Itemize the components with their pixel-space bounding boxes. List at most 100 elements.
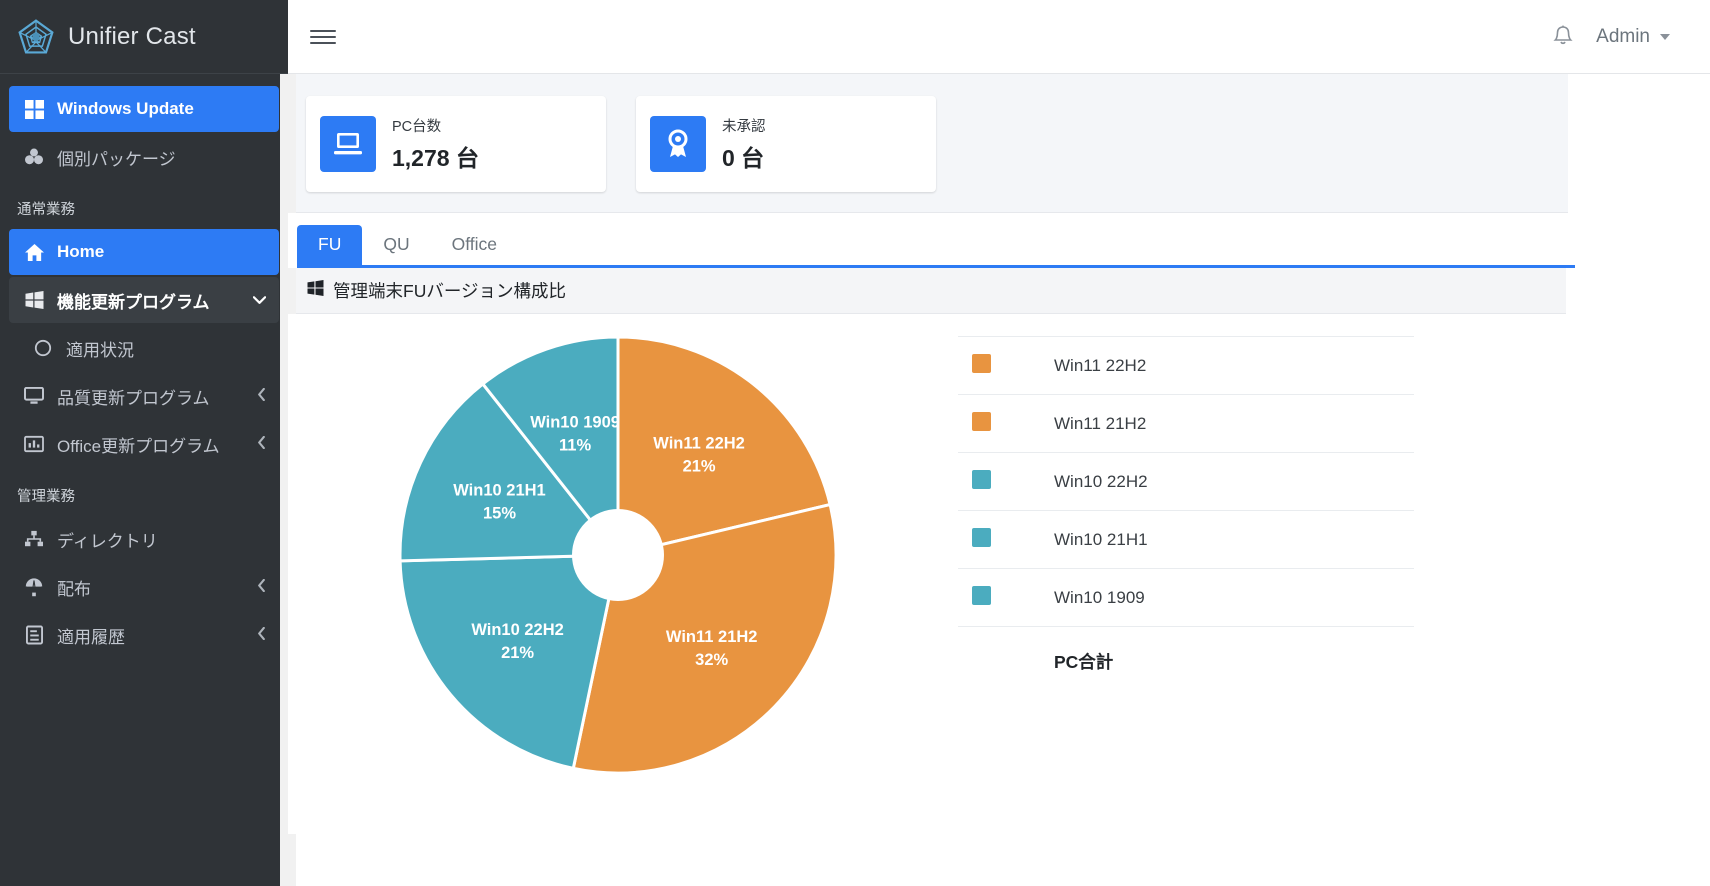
sidebar-item-label: 適用履歴 xyxy=(57,623,246,648)
legend-series-name: Win10 21H1 xyxy=(1038,511,1366,569)
home-icon xyxy=(22,243,46,262)
stat-card-unapproved[interactable]: 未承認 0 台 xyxy=(636,96,936,192)
user-menu[interactable]: Admin xyxy=(1596,26,1670,48)
pie-slice-label-percent: 21% xyxy=(683,457,716,475)
panel-header: 管理端末FUバージョン構成比 xyxy=(288,268,1566,314)
panel-body: Win11 22H2 21% Win11 21H2 32% Win10 22H2 21% W… xyxy=(288,314,1566,834)
sidebar-section-heading-1: 通常業務 xyxy=(0,182,288,227)
sidebar-item-label: 個別パッケージ xyxy=(57,145,266,170)
sidebar-item-history[interactable]: 適用履歴 xyxy=(9,612,279,658)
stat-cards-strip: PC台数 1,278 台 未承認 0 台 xyxy=(288,74,1568,213)
chevron-left-icon xyxy=(257,627,266,643)
sidebar-item-label: 機能更新プログラム xyxy=(57,288,242,313)
sidebar-item-distribution[interactable]: 配布 xyxy=(9,564,279,610)
stat-card-label: PC台数 xyxy=(392,115,479,136)
pie-slice-label-name: Win11 21H2 xyxy=(666,628,758,646)
pie-slice-label-name: Win10 1909 xyxy=(530,413,620,431)
stat-card-texts: PC台数 1,278 台 xyxy=(392,115,479,173)
chevron-down-icon xyxy=(1660,34,1670,40)
stat-card-label: 未承認 xyxy=(722,115,766,136)
app-root: Unifier Cast Windows Update 個別パッケージ 通常業務 xyxy=(0,0,1710,886)
user-menu-label: Admin xyxy=(1596,26,1650,48)
stat-card-texts: 未承認 0 台 xyxy=(722,115,766,173)
content-region: PC台数 1,278 台 未承認 0 台 FU xyxy=(288,74,1710,886)
bell-icon[interactable] xyxy=(1552,25,1574,49)
sidebar-item-label: 品質更新プログラム xyxy=(57,384,246,409)
award-badge-icon xyxy=(650,116,706,172)
donut-hole xyxy=(572,509,664,601)
legend-color-swatch xyxy=(972,412,991,431)
pie-slice-label-name: Win10 22H2 xyxy=(471,621,563,639)
stat-card-value: 1,278 台 xyxy=(392,139,479,173)
sidebar-item-packages[interactable]: 個別パッケージ xyxy=(9,134,279,180)
sidebar-section-heading-2: 管理業務 xyxy=(0,469,288,514)
legend-total-label: PC合計 xyxy=(1038,627,1366,691)
tab-qu[interactable]: QU xyxy=(362,225,430,265)
legend-swatch-cell xyxy=(958,337,1038,395)
pie-slice-label-percent: 11% xyxy=(559,436,591,454)
stat-card-pc-count[interactable]: PC台数 1,278 台 xyxy=(306,96,606,192)
topbar-right: Admin xyxy=(1552,25,1682,49)
legend-swatch-cell xyxy=(958,453,1038,511)
brand-title: Unifier Cast xyxy=(68,23,196,51)
hamburger-menu-icon[interactable] xyxy=(306,20,340,54)
legend-series-name: Win11 21H2 xyxy=(1038,395,1366,453)
monitor-icon xyxy=(22,387,46,405)
tabs-wrap: FU QU Office xyxy=(288,213,1710,268)
legend-series-name: Win10 22H2 xyxy=(1038,453,1366,511)
tab-bar: FU QU Office xyxy=(297,225,1710,265)
sidebar-item-windows-update[interactable]: Windows Update xyxy=(9,86,279,132)
windows-icon xyxy=(307,280,324,301)
legend-color-swatch xyxy=(972,528,991,547)
windows-icon xyxy=(22,100,46,119)
pie-slice-label-percent: 32% xyxy=(695,651,728,669)
sidebar-nav: Windows Update 個別パッケージ 通常業務 Home 機能更新 xyxy=(0,74,288,658)
legend-series-name: Win10 1909 xyxy=(1038,569,1366,627)
sidebar-item-office-update[interactable]: Office更新プログラム xyxy=(9,421,279,467)
chevron-down-icon xyxy=(253,293,266,308)
panel-title: 管理端末FUバージョン構成比 xyxy=(333,278,566,303)
parachute-icon xyxy=(22,578,46,597)
panel-right-gutter xyxy=(1414,314,1566,834)
sidebar-item-label: Windows Update xyxy=(57,99,266,119)
topbar: Admin xyxy=(288,0,1710,74)
tab-office[interactable]: Office xyxy=(431,225,518,265)
legend-series-name: Win11 22H2 xyxy=(1038,337,1366,395)
circle-icon xyxy=(31,339,55,357)
packages-icon xyxy=(22,148,46,166)
tab-fu[interactable]: FU xyxy=(297,225,362,265)
sidebar-item-label: 配布 xyxy=(57,575,246,600)
sidebar-item-directory[interactable]: ディレクトリ xyxy=(9,516,279,562)
chevron-left-icon xyxy=(257,579,266,595)
pie-slice-label-percent: 15% xyxy=(483,505,516,523)
legend-swatch-cell xyxy=(958,511,1038,569)
chart-bar-icon xyxy=(22,435,46,453)
brand[interactable]: Unifier Cast xyxy=(0,0,288,74)
stat-card-value: 0 台 xyxy=(722,139,766,173)
spider-web-logo-icon xyxy=(16,17,56,57)
sidebar-item-feature-update[interactable]: 機能更新プログラム xyxy=(9,277,279,323)
legend-swatch-cell xyxy=(958,395,1038,453)
windows-icon xyxy=(22,291,46,309)
desktop-monitor-icon xyxy=(320,116,376,172)
chevron-left-icon xyxy=(257,436,266,452)
sidebar-item-quality-update[interactable]: 品質更新プログラム xyxy=(9,373,279,419)
sidebar-item-application-status[interactable]: 適用状況 xyxy=(9,325,279,371)
pie-slice-label-name: Win10 21H1 xyxy=(453,482,545,500)
sidebar-item-label: ディレクトリ xyxy=(57,527,266,552)
pie-chart-svg[interactable]: Win11 22H221%Win11 21H232%Win10 22H221%W… xyxy=(388,320,848,790)
chevron-left-icon xyxy=(257,388,266,404)
tab-underline xyxy=(297,265,1575,268)
sidebar: Unifier Cast Windows Update 個別パッケージ 通常業務 xyxy=(0,0,288,886)
document-icon xyxy=(22,625,46,645)
legend-total-spacer xyxy=(958,627,1038,691)
pie-chart: Win11 22H221%Win11 21H232%Win10 22H221%W… xyxy=(288,314,948,834)
main-region: Admin PC台数 1,278 台 xyxy=(288,0,1710,886)
legend-swatch-cell xyxy=(958,569,1038,627)
legend-color-swatch xyxy=(972,586,991,605)
sidebar-item-home[interactable]: Home xyxy=(9,229,279,275)
sidebar-scrollbar[interactable] xyxy=(280,74,288,886)
sitemap-icon xyxy=(22,530,46,548)
pie-slice-label-percent: 21% xyxy=(501,644,534,662)
legend-color-swatch xyxy=(972,470,991,489)
